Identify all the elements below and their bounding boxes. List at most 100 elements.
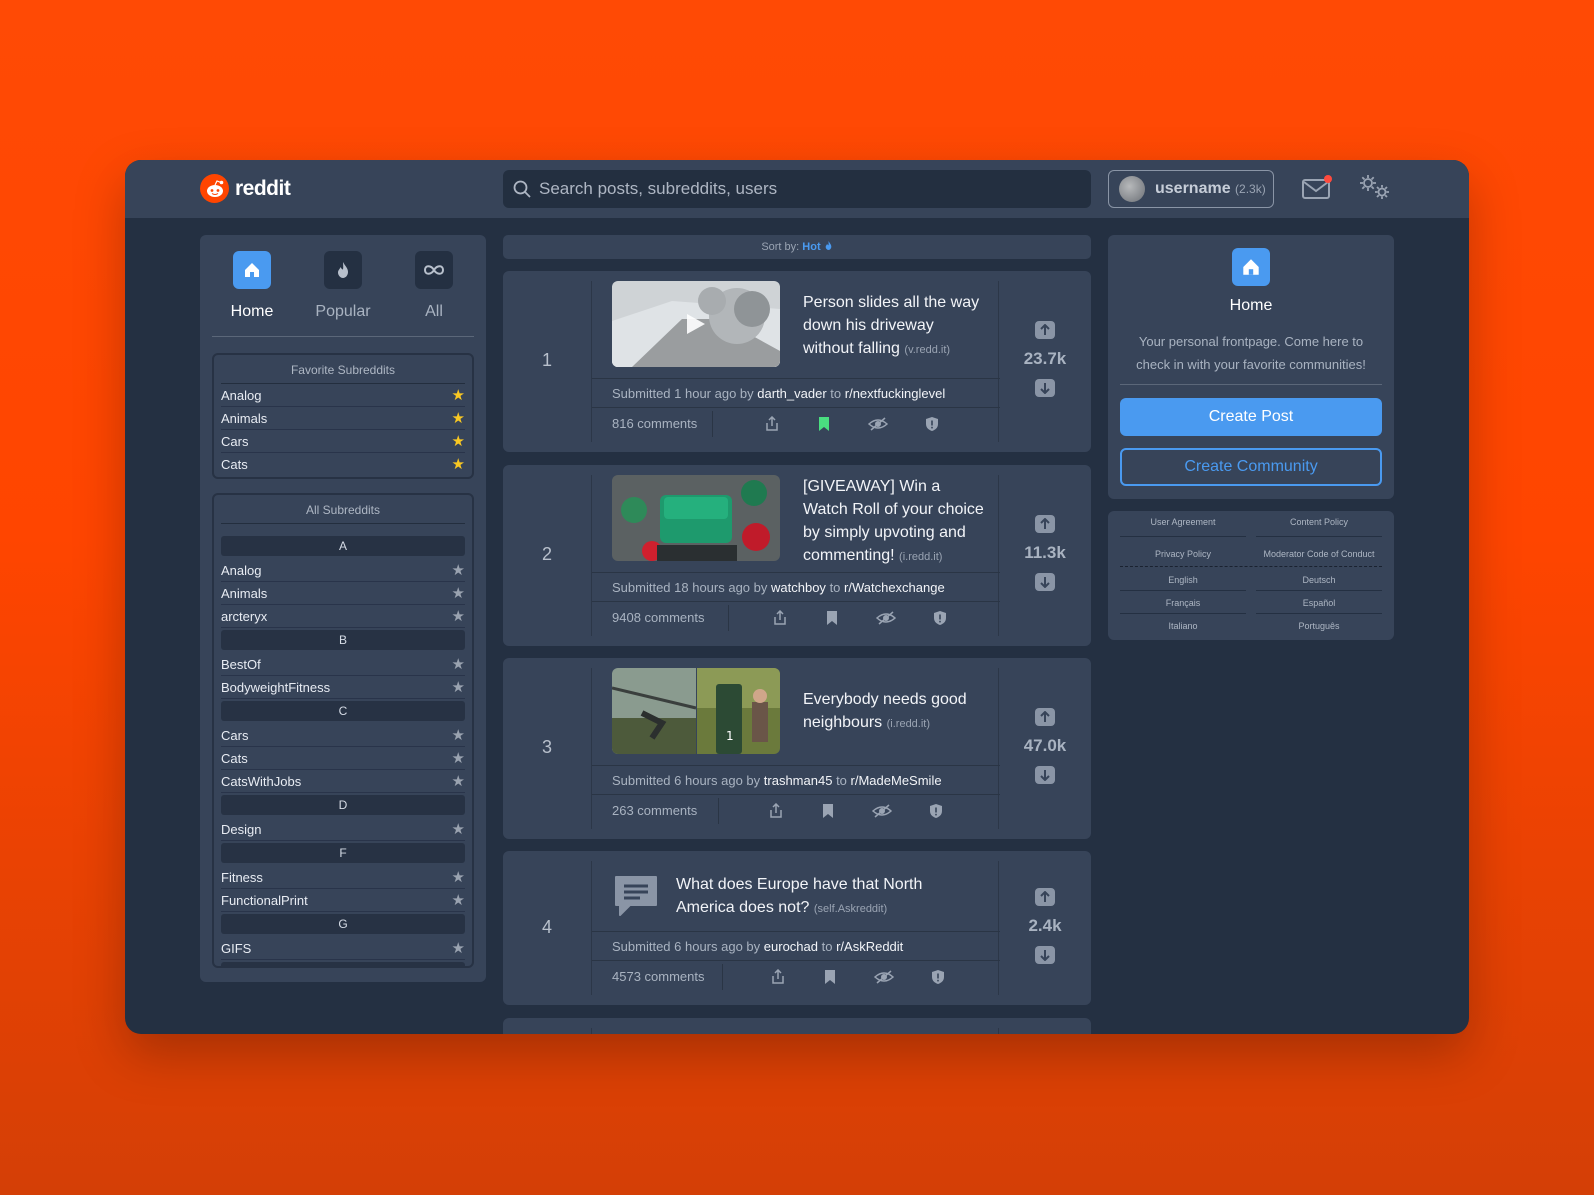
report-icon[interactable] [930, 969, 946, 985]
bookmark-icon[interactable] [822, 969, 838, 985]
list-item[interactable]: Cats ★ [221, 747, 465, 770]
play-icon[interactable] [685, 312, 707, 336]
link-privacy-policy[interactable]: Privacy Policy [1120, 549, 1246, 559]
post-author[interactable]: trashman45 [764, 773, 833, 788]
post-subreddit[interactable]: r/Watchexchange [844, 580, 945, 595]
bookmark-icon[interactable] [824, 610, 840, 626]
star-icon[interactable]: ★ [452, 411, 465, 426]
star-icon[interactable]: ★ [452, 941, 465, 956]
list-item[interactable]: BestOf ★ [221, 653, 465, 676]
upvote-icon[interactable] [1035, 321, 1055, 339]
comments-link[interactable]: 9408 comments [612, 603, 705, 633]
post-card[interactable]: 2 [GIVEAWAY] Win a Watch Roll of your ch… [503, 465, 1091, 646]
downvote-icon[interactable] [1035, 573, 1055, 591]
post-card[interactable]: 3 1 Everybody needs good neighbours (i.r… [503, 658, 1091, 839]
star-icon[interactable]: ★ [452, 388, 465, 403]
list-item[interactable]: Animals ★ [221, 407, 465, 430]
post-subreddit[interactable]: r/MadeMeSmile [851, 773, 942, 788]
upvote-icon[interactable] [1035, 515, 1055, 533]
hide-icon[interactable] [872, 803, 892, 819]
list-item[interactable]: Cars ★ [221, 430, 465, 453]
star-icon[interactable]: ★ [452, 434, 465, 449]
report-icon[interactable] [924, 416, 940, 432]
list-item[interactable]: Analog ★ [221, 384, 465, 407]
hide-icon[interactable] [868, 416, 888, 432]
post-card[interactable]: 1 Person slides all the way down his dri… [503, 271, 1091, 452]
share-icon[interactable] [764, 416, 780, 432]
post-title[interactable]: Person slides all the way down his drive… [803, 291, 988, 362]
link-italiano[interactable]: Italiano [1120, 621, 1246, 631]
post-title[interactable]: What does Europe have that North America… [676, 873, 976, 921]
hide-icon[interactable] [876, 610, 896, 626]
star-icon[interactable]: ★ [452, 563, 465, 578]
downvote-icon[interactable] [1035, 379, 1055, 397]
post-subreddit[interactable]: r/AskReddit [836, 939, 903, 954]
post-card[interactable]: 4 What does Europe have that North Ameri… [503, 851, 1091, 1005]
downvote-icon[interactable] [1035, 766, 1055, 784]
tab-all[interactable]: All [394, 251, 474, 321]
sort-bar[interactable]: Sort by: Hot [503, 235, 1091, 259]
star-icon[interactable]: ★ [452, 609, 465, 624]
comments-link[interactable]: 263 comments [612, 796, 697, 826]
list-item[interactable]: GIFS ★ [221, 937, 465, 960]
list-item[interactable]: Animals ★ [221, 582, 465, 605]
post-author[interactable]: eurochad [764, 939, 818, 954]
share-icon[interactable] [768, 803, 784, 819]
star-icon[interactable]: ★ [452, 774, 465, 789]
report-icon[interactable] [932, 610, 948, 626]
list-item[interactable]: Analog ★ [221, 559, 465, 582]
reddit-logo[interactable]: reddit [200, 174, 291, 203]
star-icon[interactable]: ★ [452, 751, 465, 766]
post-thumbnail[interactable]: 1 [612, 668, 780, 754]
downvote-icon[interactable] [1035, 946, 1055, 964]
settings-icon[interactable] [1357, 172, 1393, 207]
link-moderator-code[interactable]: Moderator Code of Conduct [1256, 549, 1382, 559]
list-item[interactable]: BodyweightFitness ★ [221, 676, 465, 699]
link-portugues[interactable]: Português [1256, 621, 1382, 631]
list-item[interactable]: arcteryx ★ [221, 605, 465, 628]
post-author[interactable]: watchboy [771, 580, 826, 595]
link-deutsch[interactable]: Deutsch [1256, 575, 1382, 585]
upvote-icon[interactable] [1035, 888, 1055, 906]
post-card[interactable] [503, 1018, 1091, 1034]
post-thumbnail[interactable] [612, 281, 780, 367]
list-item[interactable]: Design ★ [221, 818, 465, 841]
list-item[interactable]: FunctionalPrint ★ [221, 889, 465, 912]
comments-link[interactable]: 816 comments [612, 409, 697, 439]
tab-popular[interactable]: Popular [303, 251, 383, 321]
link-francais[interactable]: Français [1120, 598, 1246, 608]
create-post-button[interactable]: Create Post [1120, 398, 1382, 436]
star-icon[interactable]: ★ [452, 680, 465, 695]
post-author[interactable]: darth_vader [757, 386, 826, 401]
search-bar[interactable] [503, 170, 1091, 208]
link-espanol[interactable]: Español [1256, 598, 1382, 608]
hide-icon[interactable] [874, 969, 894, 985]
share-icon[interactable] [772, 610, 788, 626]
link-content-policy[interactable]: Content Policy [1256, 517, 1382, 527]
post-title[interactable]: [GIVEAWAY] Win a Watch Roll of your choi… [803, 475, 988, 569]
star-icon[interactable]: ★ [452, 893, 465, 908]
mail-icon[interactable] [1301, 174, 1333, 207]
search-input[interactable] [539, 179, 1079, 199]
star-icon[interactable]: ★ [452, 870, 465, 885]
star-icon[interactable]: ★ [452, 586, 465, 601]
list-item[interactable]: Cats ★ [221, 453, 465, 476]
star-icon[interactable]: ★ [452, 657, 465, 672]
post-thumbnail[interactable] [612, 475, 780, 561]
bookmark-icon[interactable] [820, 803, 836, 819]
report-icon[interactable] [928, 803, 944, 819]
star-icon[interactable]: ★ [452, 457, 465, 472]
star-icon[interactable]: ★ [452, 728, 465, 743]
post-subreddit[interactable]: r/nextfuckinglevel [845, 386, 945, 401]
link-english[interactable]: English [1120, 575, 1246, 585]
create-community-button[interactable]: Create Community [1120, 448, 1382, 486]
share-icon[interactable] [770, 969, 786, 985]
upvote-icon[interactable] [1035, 708, 1055, 726]
list-item[interactable]: CatsWithJobs ★ [221, 770, 465, 793]
tab-home[interactable]: Home [212, 251, 292, 321]
list-item[interactable]: Fitness ★ [221, 866, 465, 889]
bookmark-icon[interactable] [816, 416, 832, 432]
star-icon[interactable]: ★ [452, 822, 465, 837]
user-menu-button[interactable]: username (2.3k) [1108, 170, 1274, 208]
comments-link[interactable]: 4573 comments [612, 962, 705, 992]
